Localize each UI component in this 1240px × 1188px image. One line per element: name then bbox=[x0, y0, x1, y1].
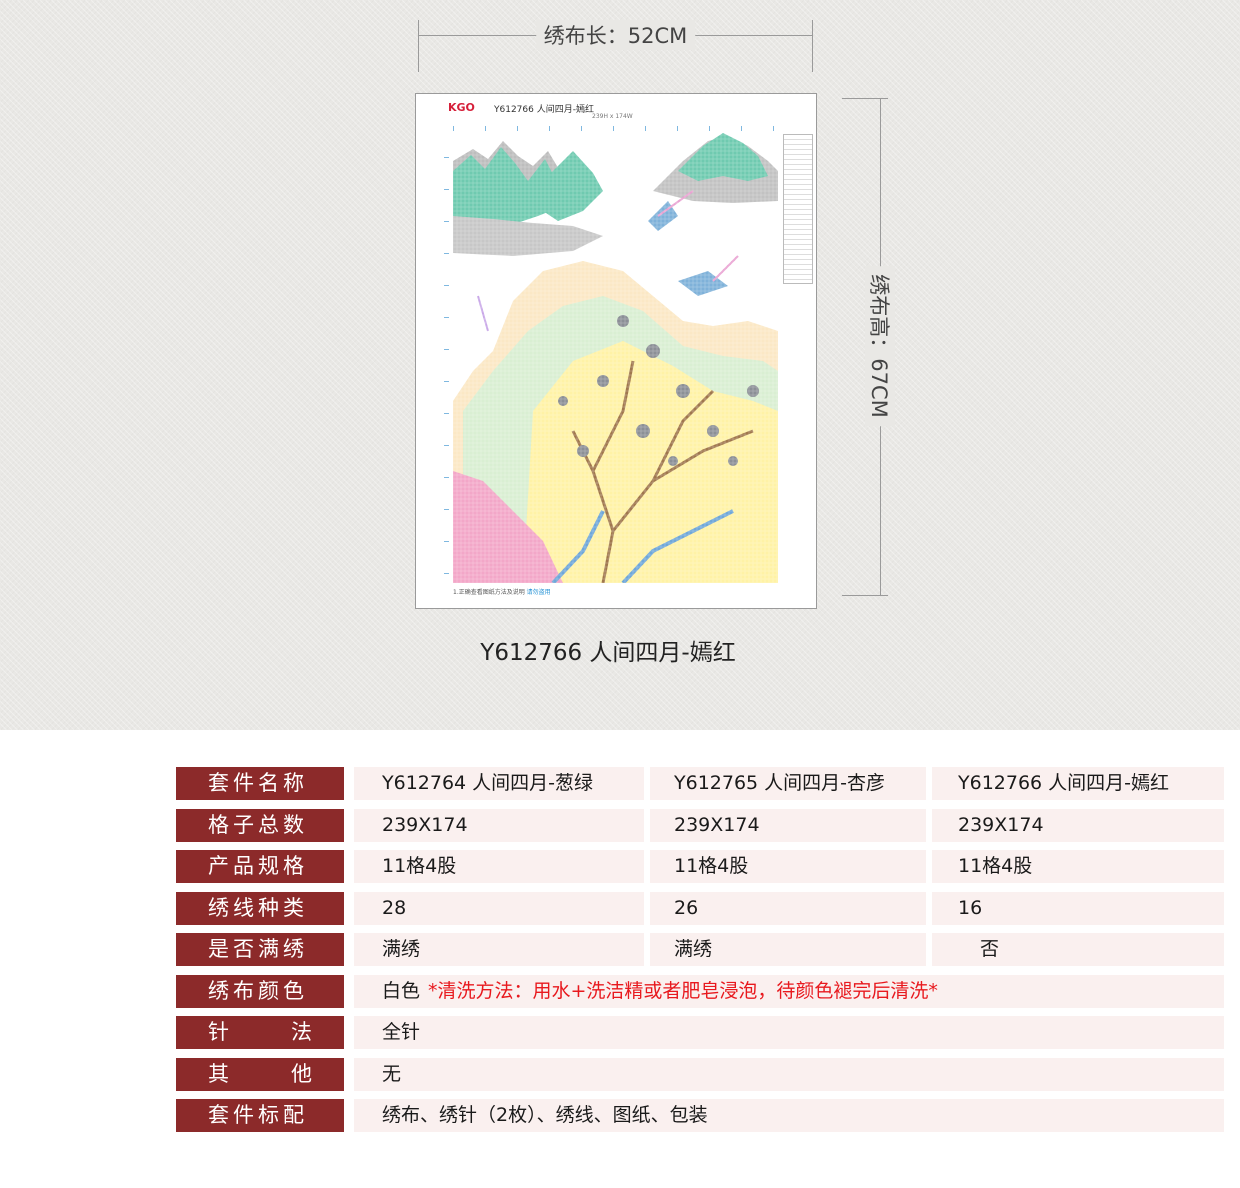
row-header: 格子总数 bbox=[176, 809, 344, 842]
cell-value: 绣布、绣针（2枚）、绣线、图纸、包装 bbox=[354, 1099, 1224, 1132]
product-preview-area: 绣布长：52CM 绣布高：67CM KGO Y612766 人间四月-嫣红 23… bbox=[0, 0, 1240, 730]
width-label: 绣布长：52CM bbox=[535, 20, 696, 50]
row-header: 绣布颜色 bbox=[176, 975, 344, 1008]
spec-row-full-embroidery: 是否满绣 满绣 满绣 否 bbox=[176, 933, 1224, 966]
pattern-sheet: KGO Y612766 人间四月-嫣红 239H x 174W 1.正确查看图纸… bbox=[415, 93, 817, 609]
cell-value: 白色 *清洗方法：用水+洗洁精或者肥皂浸泡，待颜色褪完后清洗* bbox=[354, 975, 1224, 1008]
spec-row-kit-name: 套件名称 Y612764 人间四月-葱绿 Y612765 人间四月-杏彦 Y61… bbox=[176, 767, 1224, 800]
width-dimension: 绣布长：52CM bbox=[418, 18, 813, 74]
pattern-footer-text: 1.正确查看图纸方法及说明 bbox=[453, 589, 525, 596]
spec-row-product-spec: 产品规格 11格4股 11格4股 11格4股 bbox=[176, 850, 1224, 883]
cell-value: Y612766 人间四月-嫣红 bbox=[932, 767, 1224, 800]
row-header: 绣线种类 bbox=[176, 892, 344, 925]
pattern-footer-link: 请勿盗用 bbox=[526, 589, 551, 596]
pattern-grid-size: 239H x 174W bbox=[592, 113, 633, 120]
height-label: 绣布高：67CM bbox=[865, 266, 895, 426]
washing-note: *清洗方法：用水+洗洁精或者肥皂浸泡，待颜色褪完后清洗* bbox=[428, 980, 938, 1002]
cell-value: 239X174 bbox=[354, 809, 644, 842]
pattern-artwork bbox=[453, 131, 778, 583]
color-legend bbox=[783, 134, 813, 284]
spec-row-kit-contents: 套件标配 绣布、绣针（2枚）、绣线、图纸、包装 bbox=[176, 1099, 1224, 1132]
cell-value: Y612764 人间四月-葱绿 bbox=[354, 767, 644, 800]
row-header-left: 针 bbox=[208, 1020, 229, 1044]
row-header: 针 法 bbox=[176, 1016, 344, 1049]
spec-row-stitch: 针 法 全针 bbox=[176, 1016, 1224, 1049]
spec-row-cloth-color: 绣布颜色 白色 *清洗方法：用水+洗洁精或者肥皂浸泡，待颜色褪完后清洗* bbox=[176, 975, 1224, 1008]
cell-value: 无 bbox=[354, 1058, 1224, 1091]
cell-value: 11格4股 bbox=[354, 850, 644, 883]
cell-value: 239X174 bbox=[650, 809, 926, 842]
row-header: 套件标配 bbox=[176, 1099, 344, 1132]
cell-value: 全针 bbox=[354, 1016, 1224, 1049]
spec-row-grid-count: 格子总数 239X174 239X174 239X174 bbox=[176, 809, 1224, 842]
cell-value: 26 bbox=[650, 892, 926, 925]
row-header-left: 其 bbox=[208, 1062, 229, 1086]
row-header: 其 他 bbox=[176, 1058, 344, 1091]
cell-value: Y612765 人间四月-杏彦 bbox=[650, 767, 926, 800]
row-header-right: 法 bbox=[291, 1020, 312, 1044]
ruler-left bbox=[444, 134, 449, 574]
cell-value: 满绣 bbox=[650, 933, 926, 966]
spec-row-other: 其 他 无 bbox=[176, 1058, 1224, 1091]
cell-value: 28 bbox=[354, 892, 644, 925]
cell-value: 满绣 bbox=[354, 933, 644, 966]
row-header-right: 他 bbox=[291, 1062, 312, 1086]
cell-value: 11格4股 bbox=[650, 850, 926, 883]
row-header: 产品规格 bbox=[176, 850, 344, 883]
cell-value: 否 bbox=[932, 933, 1224, 966]
cloth-color-value: 白色 bbox=[382, 980, 421, 1002]
cell-value: 11格4股 bbox=[932, 850, 1224, 883]
cell-value: 16 bbox=[932, 892, 1224, 925]
spec-row-thread-types: 绣线种类 28 26 16 bbox=[176, 892, 1224, 925]
brand-logo: KGO bbox=[448, 101, 475, 114]
row-header: 是否满绣 bbox=[176, 933, 344, 966]
product-caption: Y612766 人间四月-嫣红 bbox=[480, 640, 736, 666]
cell-value: 239X174 bbox=[932, 809, 1224, 842]
row-header: 套件名称 bbox=[176, 767, 344, 800]
pattern-title: Y612766 人间四月-嫣红 bbox=[494, 105, 594, 115]
height-dimension: 绣布高：67CM bbox=[842, 98, 895, 596]
pattern-footer: 1.正确查看图纸方法及说明 请勿盗用 bbox=[453, 587, 551, 596]
